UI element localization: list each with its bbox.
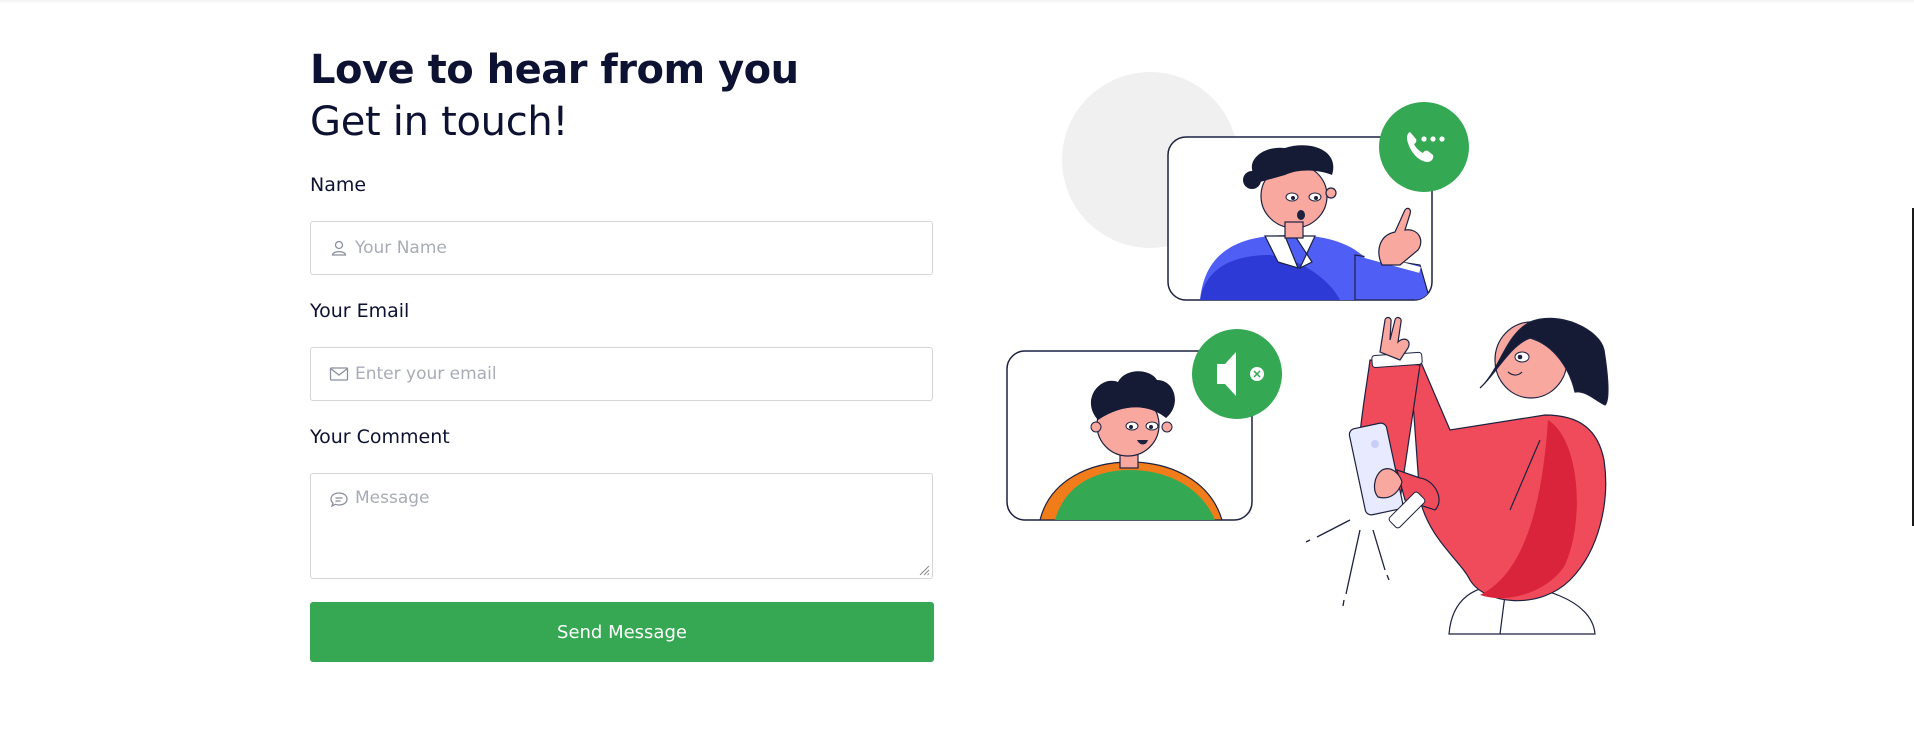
comment-textarea[interactable] — [355, 488, 915, 568]
page-title: Love to hear from you — [310, 47, 799, 93]
contact-form: Love to hear from you Get in touch! Name… — [310, 44, 935, 662]
comment-label: Your Comment — [310, 426, 450, 448]
phone-call-icon — [1379, 102, 1469, 192]
comment-field[interactable] — [310, 473, 933, 579]
mail-icon — [329, 367, 349, 381]
chat-bubble-icon — [330, 492, 348, 508]
header-shadow — [0, 0, 1914, 4]
email-input[interactable] — [355, 348, 915, 400]
resize-handle-icon[interactable] — [918, 564, 930, 576]
name-field[interactable] — [310, 221, 933, 275]
speaker-mute-icon — [1192, 329, 1282, 419]
name-label: Name — [310, 174, 367, 196]
name-input[interactable] — [355, 222, 915, 274]
email-label: Your Email — [310, 300, 410, 322]
page-subtitle: Get in touch! — [310, 99, 569, 145]
user-icon — [331, 240, 347, 256]
send-message-button[interactable]: Send Message — [310, 602, 934, 662]
woman-with-phone — [1305, 316, 1609, 635]
email-field[interactable] — [310, 347, 933, 401]
contact-illustration — [1006, 72, 1609, 635]
